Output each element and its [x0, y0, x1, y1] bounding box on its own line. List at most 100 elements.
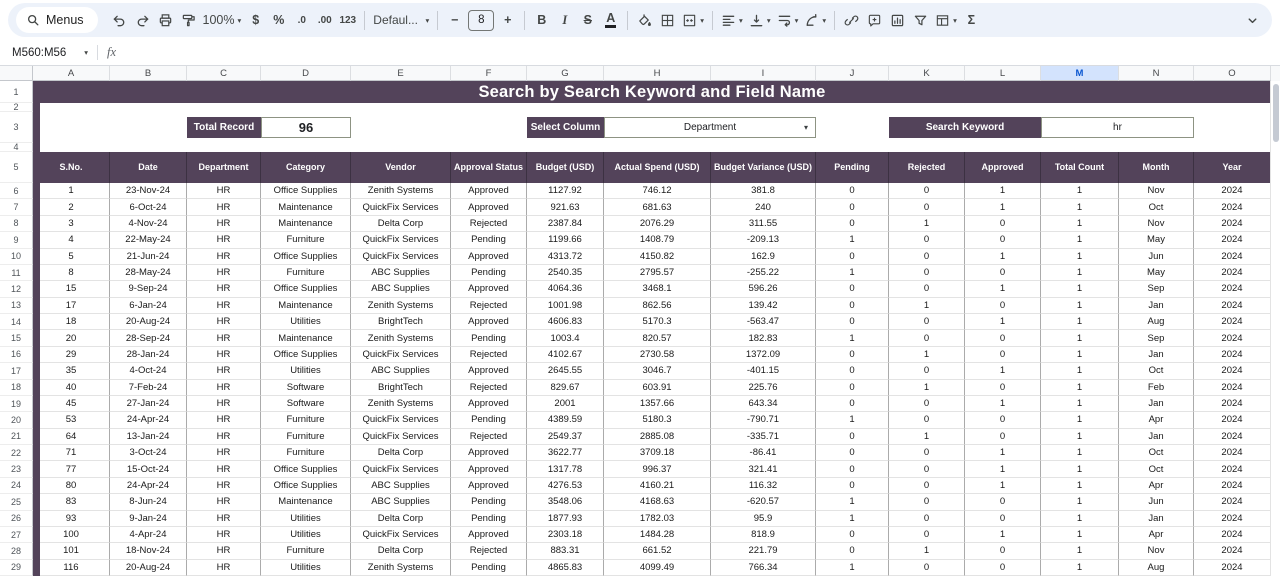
- table-cell[interactable]: 1: [1041, 314, 1119, 330]
- table-cell[interactable]: 5180.3: [604, 412, 711, 428]
- table-cell[interactable]: 1: [1041, 560, 1119, 576]
- table-header-cell[interactable]: Category: [261, 152, 351, 183]
- table-cell[interactable]: 0: [965, 543, 1041, 559]
- table-cell[interactable]: 20-Aug-24: [110, 314, 187, 330]
- table-header-cell[interactable]: Budget (USD): [527, 152, 604, 183]
- row-number[interactable]: 18: [0, 380, 33, 396]
- table-header-cell[interactable]: Total Count: [1041, 152, 1119, 183]
- table-cell[interactable]: 225.76: [711, 380, 816, 396]
- table-cell[interactable]: 1: [965, 478, 1041, 494]
- table-cell[interactable]: Oct: [1119, 445, 1194, 461]
- table-cell[interactable]: 4313.72: [527, 249, 604, 265]
- table-cell[interactable]: 603.91: [604, 380, 711, 396]
- table-cell[interactable]: 95.9: [711, 511, 816, 527]
- row-number[interactable]: 29: [0, 560, 33, 576]
- table-cell[interactable]: 9-Jan-24: [110, 511, 187, 527]
- table-cell[interactable]: 7-Feb-24: [110, 380, 187, 396]
- table-cell[interactable]: 23-Nov-24: [110, 183, 187, 199]
- table-cell[interactable]: 1: [1041, 412, 1119, 428]
- menus-button[interactable]: Menus: [16, 7, 98, 33]
- table-cell[interactable]: Furniture: [261, 445, 351, 461]
- table-cell[interactable]: 0: [965, 216, 1041, 232]
- table-cell[interactable]: 0: [816, 478, 889, 494]
- table-cell[interactable]: 4276.53: [527, 478, 604, 494]
- table-cell[interactable]: HR: [187, 199, 261, 215]
- column-header-M[interactable]: M: [1041, 66, 1119, 81]
- hide-menus-button[interactable]: [1241, 7, 1264, 33]
- row-number[interactable]: 21: [0, 429, 33, 445]
- table-cell[interactable]: 0: [889, 396, 965, 412]
- table-cell[interactable]: 766.34: [711, 560, 816, 576]
- table-cell[interactable]: -401.15: [711, 363, 816, 379]
- table-cell[interactable]: 29: [33, 347, 110, 363]
- table-cell[interactable]: 4160.21: [604, 478, 711, 494]
- table-cell[interactable]: 3046.7: [604, 363, 711, 379]
- table-cell[interactable]: 0: [889, 560, 965, 576]
- table-cell[interactable]: 0: [816, 183, 889, 199]
- row-number[interactable]: 1: [0, 81, 33, 103]
- table-cell[interactable]: 1: [1041, 216, 1119, 232]
- table-cell[interactable]: 2024: [1194, 494, 1271, 510]
- table-cell[interactable]: 0: [965, 347, 1041, 363]
- table-cell[interactable]: 2024: [1194, 396, 1271, 412]
- row-number[interactable]: 8: [0, 216, 33, 232]
- fill-color-button[interactable]: [633, 7, 656, 33]
- table-cell[interactable]: 1: [816, 265, 889, 281]
- row-number[interactable]: 27: [0, 527, 33, 543]
- table-cell[interactable]: 2387.84: [527, 216, 604, 232]
- table-cell[interactable]: 18-Nov-24: [110, 543, 187, 559]
- table-cell[interactable]: 0: [816, 380, 889, 396]
- table-cell[interactable]: 1: [816, 511, 889, 527]
- font-size-input[interactable]: 8: [468, 10, 494, 31]
- row-number[interactable]: 10: [0, 249, 33, 265]
- italic-button[interactable]: I: [553, 7, 576, 33]
- table-cell[interactable]: HR: [187, 494, 261, 510]
- table-header-cell[interactable]: Approved: [965, 152, 1041, 183]
- table-cell[interactable]: Furniture: [261, 429, 351, 445]
- row-number[interactable]: 24: [0, 478, 33, 494]
- table-cell[interactable]: HR: [187, 543, 261, 559]
- table-cell[interactable]: Approved: [451, 363, 527, 379]
- table-header-cell[interactable]: S.No.: [33, 152, 110, 183]
- table-cell[interactable]: Oct: [1119, 461, 1194, 477]
- table-cell[interactable]: Pending: [451, 511, 527, 527]
- table-cell[interactable]: Software: [261, 380, 351, 396]
- table-cell[interactable]: Approved: [451, 478, 527, 494]
- insert-comment-button[interactable]: [863, 7, 886, 33]
- table-cell[interactable]: 1: [816, 232, 889, 248]
- table-cell[interactable]: 2024: [1194, 511, 1271, 527]
- table-cell[interactable]: 45: [33, 396, 110, 412]
- row-number[interactable]: 13: [0, 298, 33, 314]
- table-cell[interactable]: Approved: [451, 396, 527, 412]
- table-cell[interactable]: 2540.35: [527, 265, 604, 281]
- table-cell[interactable]: 1: [1041, 445, 1119, 461]
- table-cell[interactable]: Jan: [1119, 511, 1194, 527]
- table-cell[interactable]: 0: [889, 232, 965, 248]
- table-cell[interactable]: HR: [187, 314, 261, 330]
- table-cell[interactable]: 1: [965, 363, 1041, 379]
- column-header-D[interactable]: D: [261, 66, 351, 81]
- functions-button[interactable]: Σ: [960, 7, 983, 33]
- table-cell[interactable]: BrightTech: [351, 314, 451, 330]
- print-button[interactable]: [154, 7, 177, 33]
- table-cell[interactable]: 1: [965, 281, 1041, 297]
- row-number[interactable]: 25: [0, 494, 33, 510]
- table-cell[interactable]: 240: [711, 199, 816, 215]
- table-cell[interactable]: Apr: [1119, 527, 1194, 543]
- row-number[interactable]: 7: [0, 199, 33, 215]
- table-cell[interactable]: 2024: [1194, 232, 1271, 248]
- table-cell[interactable]: Approved: [451, 461, 527, 477]
- table-cell[interactable]: ABC Supplies: [351, 363, 451, 379]
- table-cell[interactable]: -209.13: [711, 232, 816, 248]
- table-cell[interactable]: 0: [965, 298, 1041, 314]
- merge-cells-button[interactable]: ▾: [679, 7, 707, 33]
- table-cell[interactable]: 596.26: [711, 281, 816, 297]
- table-cell[interactable]: Approved: [451, 314, 527, 330]
- table-cell[interactable]: 4-Apr-24: [110, 527, 187, 543]
- row-number[interactable]: 19: [0, 396, 33, 412]
- column-header-E[interactable]: E: [351, 66, 451, 81]
- table-cell[interactable]: Office Supplies: [261, 347, 351, 363]
- table-cell[interactable]: 13-Jan-24: [110, 429, 187, 445]
- column-header-N[interactable]: N: [1119, 66, 1194, 81]
- table-cell[interactable]: 1: [1041, 363, 1119, 379]
